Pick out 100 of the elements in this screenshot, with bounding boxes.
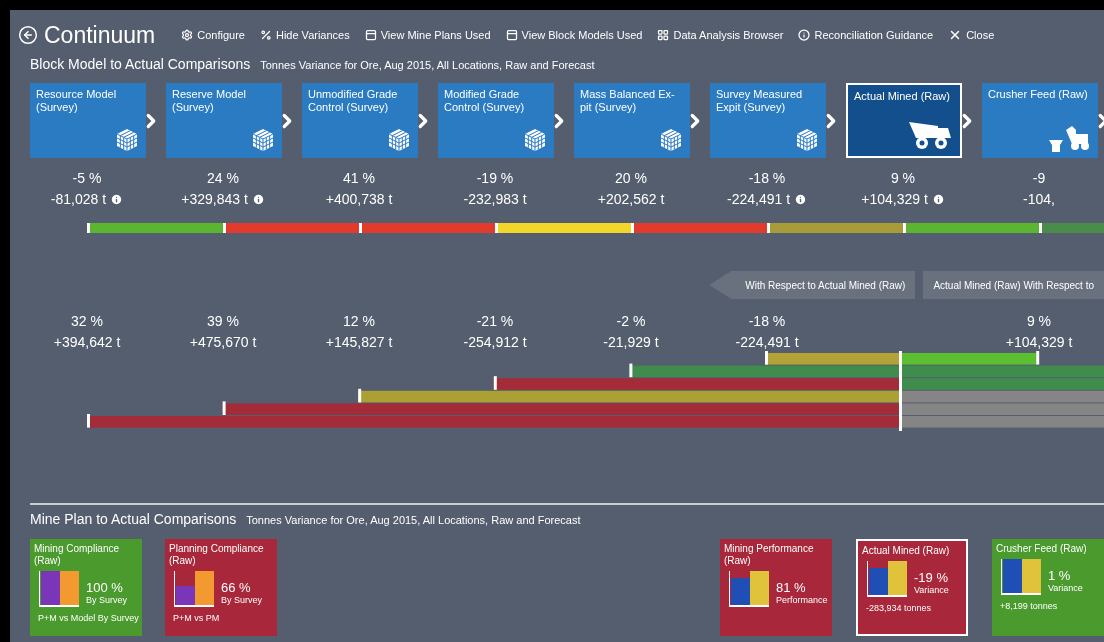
comparison-card[interactable]: Planning Compliance (Raw) 66 % By Survey P+M vs PM [165,539,277,636]
cube-icon [660,128,682,152]
toolbar-button[interactable]: View Block Models Used [505,29,643,41]
grid-icon [657,29,670,41]
stage-tile[interactable]: Reserve Model (Survey) [166,83,282,158]
app-title: Continuum [44,21,156,49]
toolbar-button[interactable]: Reconciliation Guidance [798,29,934,41]
gear-icon [181,29,194,41]
card-footer: -283,934 tonnes [866,603,962,613]
variance-percent: -9 [1032,169,1046,188]
cube-icon [388,128,410,152]
comparison-percent: 9 % [1026,312,1052,331]
loader-icon [1048,124,1090,152]
section-title: Mine Plan to Actual Comparisons [30,511,237,527]
cube-icon [524,128,546,152]
comparison-tonnes: -21,929 t [603,333,659,352]
variance-tonnes: -232,983 t [463,190,527,209]
left-bar [41,571,60,605]
comparison-percent: -18 % [748,312,786,331]
variance-tonnes: +104,329 t [861,190,928,209]
stage-tile[interactable]: Crusher Feed (Raw) [982,83,1098,158]
section-subtitle: Tonnes Variance for Ore, Aug 2015, All Locations, Raw and Forecast [260,59,595,71]
comparison-tonnes: +475,670 t [189,333,257,352]
back-icon[interactable] [18,25,38,45]
comparison-tonnes: +145,827 t [325,333,393,352]
variance-percent: -18 % [748,169,786,188]
variance-percent: 20 % [615,169,647,188]
stage-tile[interactable]: Resource Model (Survey) [30,83,146,158]
section-title: Block Model to Actual Comparisons [30,56,251,72]
comparison-tonnes: -224,491 t [735,333,799,352]
right-bar [60,571,79,605]
comparison-tonnes: +104,329 t [1005,333,1073,352]
variance-percent: 41 % [343,169,375,188]
info-icon[interactable] [110,193,124,206]
card-caption: Variance [914,585,949,595]
comparison-card[interactable]: Crusher Feed (Raw) 1 % Variance +8,199 tonnes [992,539,1104,636]
variance-tonnes: -224,491 t [726,190,791,209]
card-footer: P+M vs PM [173,613,273,623]
toolbar-button[interactable]: Close [948,28,995,42]
comparison-percent: 32 % [71,312,103,331]
info-icon[interactable] [251,193,265,206]
variance-percent: -5 % [72,169,102,188]
percent-icon [259,29,272,41]
card-title: Planning Compliance (Raw) [169,543,265,567]
toolbar-button[interactable]: Hide Variances [259,29,350,41]
card-caption: By Survey [86,595,127,605]
comparison-card[interactable]: Mining Performance (Raw) 81 % Performance [720,539,832,636]
comparison-percent: 12 % [343,312,375,331]
variance-percent: 9 % [890,169,916,188]
right-bar [888,561,907,595]
stage-tile[interactable]: Actual Mined (Raw) [846,83,962,158]
toolbar-button[interactable]: View Mine Plans Used [364,29,491,41]
info-icon[interactable] [931,193,945,206]
direction-tab[interactable]: Actual Mined (Raw) With Respect to [923,271,1104,299]
variance-tonnes: -104, [1023,190,1055,209]
toolbar-button[interactable]: Data Analysis Browser [657,29,784,41]
card-caption: Performance [776,595,828,605]
info-icon [798,29,811,41]
variance-tonnes: -81,028 t [50,190,107,209]
card-value: -19 % [914,570,949,585]
comparison-percent: 39 % [207,312,239,331]
card-value: 81 % [776,580,807,595]
comparison-card[interactable]: Actual Mined (Raw) -19 % Variance -283,934 tonnes [856,539,968,636]
card-footer: P+M vs Model By Survey [38,613,138,623]
stage-tile[interactable]: Unmodified Grade Control (Survey) [302,83,418,158]
card-caption: By Survey [221,595,262,605]
variance-percent: -19 % [476,169,514,188]
card-footer: +8,199 tonnes [1000,601,1100,611]
left-bar [1003,559,1022,593]
card-value: 1 % [1048,568,1072,583]
variance-tonnes: +400,738 t [325,190,393,209]
card-title: Crusher Feed (Raw) [996,543,1088,555]
comparison-card[interactable]: Mining Compliance (Raw) 100 % By Survey P+M vs Model By Survey [30,539,142,636]
comparison-percent: -21 % [476,312,514,331]
card-title: Mining Performance (Raw) [724,543,815,567]
section-subtitle: Tonnes Variance for Ore, Aug 2015, All Locations, Raw and Forecast [246,514,581,526]
card-value: 66 % [221,580,252,595]
card-caption: Variance [1048,583,1083,593]
cube-icon [116,128,138,152]
comparison-tonnes: -254,912 t [463,333,527,352]
cube-icon [252,128,274,152]
info-icon[interactable] [794,193,808,206]
window-icon [364,29,377,41]
card-title: Mining Compliance (Raw) [34,543,121,567]
card-value: 100 % [86,580,124,595]
stage-tile[interactable]: Survey Measured Expit (Survey) [710,83,826,158]
window-icon [505,29,518,41]
comparison-percent: -2 % [616,312,646,331]
variance-tonnes: +329,843 t [181,190,248,209]
card-title: Actual Mined (Raw) [862,545,951,557]
stage-tile[interactable]: Modified Grade Control (Survey) [438,83,554,158]
comparison-tonnes: +394,642 t [53,333,121,352]
stage-tile[interactable]: Mass Balanced Ex-pit (Survey) [574,83,690,158]
right-bar [195,571,214,605]
toolbar-button[interactable]: Configure [181,29,245,41]
variance-tonnes: +202,562 t [597,190,665,209]
right-bar [750,571,769,605]
variance-percent: 24 % [207,169,239,188]
cube-icon [796,128,818,152]
right-bar [1022,559,1041,593]
